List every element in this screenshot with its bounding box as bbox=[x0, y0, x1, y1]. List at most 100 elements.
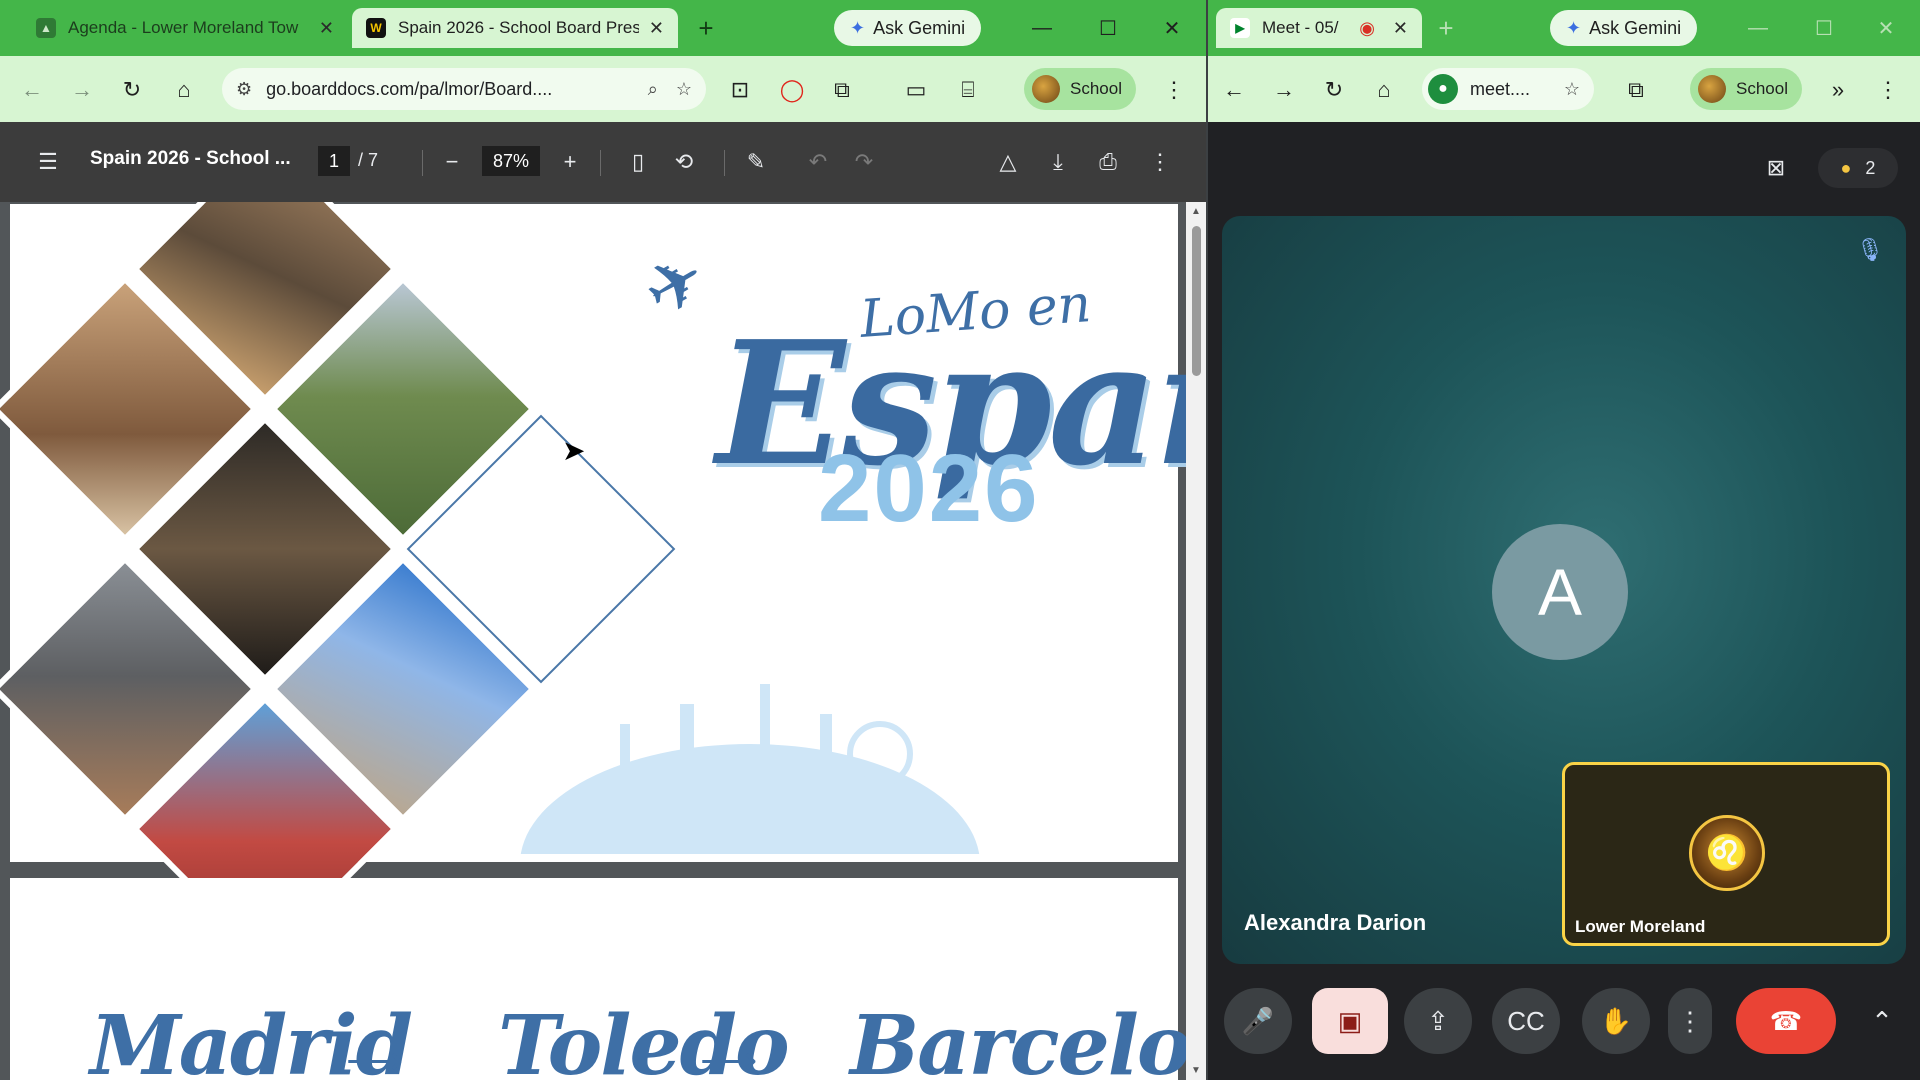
menu-kebab-icon[interactable]: ⋮ bbox=[1156, 72, 1192, 108]
screen-search-icon[interactable]: ⌸ bbox=[950, 72, 986, 108]
menu-kebab-icon[interactable]: ⋮ bbox=[1870, 72, 1906, 108]
tab-agenda[interactable]: ▲ Agenda - Lower Moreland Tow ✕ bbox=[22, 8, 348, 48]
camera-off-icon: ▣ bbox=[1337, 1005, 1363, 1036]
pdf-toolbar: ☰ Spain 2026 - School ... 1 / 7 − 87% + … bbox=[0, 122, 1206, 202]
rotate-icon[interactable]: ⟲ bbox=[666, 144, 702, 180]
tab-label: Agenda - Lower Moreland Tow bbox=[68, 18, 299, 37]
site-info-icon[interactable]: ⚙ bbox=[236, 79, 252, 100]
profile-button[interactable]: School bbox=[1690, 68, 1802, 110]
meet-stage: ⊠ ● 2 🎙 A Alexandra Darion ♌ Lower Morel… bbox=[1208, 122, 1920, 1080]
back-icon[interactable]: ← bbox=[14, 72, 50, 108]
camera-off-button[interactable]: ▣ bbox=[1312, 988, 1388, 1054]
close-window-button[interactable]: ✕ bbox=[1866, 12, 1906, 44]
close-tab-icon[interactable]: ✕ bbox=[319, 18, 334, 39]
zoom-level-input[interactable]: 87% bbox=[482, 146, 540, 176]
forward-icon[interactable]: → bbox=[64, 72, 100, 108]
profile-button[interactable]: School bbox=[1024, 68, 1136, 110]
hamburger-menu-icon[interactable]: ☰ bbox=[30, 144, 66, 180]
ask-gemini-button[interactable]: ✦ Ask Gemini bbox=[1550, 10, 1698, 46]
boarddocs-favicon-icon: ▲ bbox=[36, 18, 56, 38]
more-options-icon[interactable]: ⋮ bbox=[1142, 144, 1178, 180]
ask-gemini-label: Ask Gemini bbox=[873, 17, 966, 38]
scroll-up-icon[interactable]: ▲ bbox=[1191, 206, 1201, 217]
zoom-icon[interactable]: ⌕ bbox=[648, 79, 658, 100]
hang-up-icon: ☎ bbox=[1769, 1005, 1803, 1036]
address-bar[interactable]: ● meet.... ☆ bbox=[1422, 68, 1594, 110]
muted-mic-icon: 🎙 bbox=[1856, 237, 1884, 262]
zoom-in-icon[interactable]: + bbox=[552, 144, 588, 180]
opera-extension-icon[interactable]: ◯ bbox=[774, 72, 810, 108]
minimize-button[interactable]: — bbox=[1022, 12, 1062, 44]
reload-icon[interactable]: ↻ bbox=[114, 72, 150, 108]
chevron-up-icon: ⌃ bbox=[1871, 1005, 1893, 1036]
leave-call-button[interactable]: ☎ bbox=[1736, 988, 1836, 1054]
more-options-icon: ⋮ bbox=[1677, 1005, 1703, 1036]
microphone-button[interactable]: 🎤 bbox=[1224, 988, 1292, 1054]
download-icon[interactable]: ⤓ bbox=[1040, 144, 1076, 180]
page-number-input[interactable]: 1 bbox=[318, 146, 350, 176]
extensions-puzzle-icon[interactable]: ⧉ bbox=[1618, 72, 1654, 108]
pdf-document-area[interactable]: ✈ LoMo en España 2026 ➤ Madrid ⟶ Toledo … bbox=[0, 202, 1206, 1080]
self-view-tile[interactable]: ♌ Lower Moreland bbox=[1562, 762, 1890, 946]
profile-avatar bbox=[1032, 75, 1060, 103]
undo-icon[interactable]: ↶ bbox=[800, 144, 836, 180]
scroll-thumb[interactable] bbox=[1192, 226, 1201, 376]
ask-gemini-button[interactable]: ✦ Ask Gemini bbox=[834, 10, 982, 46]
route-city-3: Barcelona bbox=[850, 998, 1206, 1080]
forward-icon[interactable]: → bbox=[1266, 72, 1302, 108]
tab-strip: ▲ Agenda - Lower Moreland Tow ✕ W Spain … bbox=[0, 0, 1206, 56]
tab-strip: ▶ Meet - 05/ ◉ ✕ + ✦ Ask Gemini — ☐ ✕ bbox=[1208, 0, 1920, 56]
maximize-button[interactable]: ☐ bbox=[1804, 12, 1844, 44]
participants-button[interactable]: ● 2 bbox=[1818, 148, 1898, 188]
minimize-button[interactable]: — bbox=[1738, 12, 1778, 44]
raise-hand-button[interactable]: ✋ bbox=[1582, 988, 1650, 1054]
profile-label: School bbox=[1070, 79, 1122, 98]
close-tab-icon[interactable]: ✕ bbox=[649, 18, 664, 39]
bookmark-star-icon[interactable]: ☆ bbox=[1564, 79, 1580, 100]
tab-label: Meet - 05/ bbox=[1262, 18, 1339, 37]
zoom-out-icon[interactable]: − bbox=[434, 144, 470, 180]
expand-chevron-button[interactable]: ⌃ bbox=[1858, 988, 1906, 1054]
fit-page-icon[interactable]: ▯ bbox=[620, 144, 656, 180]
home-icon[interactable]: ⌂ bbox=[1366, 72, 1402, 108]
boarddocs-favicon-icon: W bbox=[366, 18, 386, 38]
tab-label: Spain 2026 - School Board Pres bbox=[398, 18, 639, 37]
more-tools-chevron-icon[interactable]: » bbox=[1820, 72, 1856, 108]
divider bbox=[600, 150, 601, 176]
redo-icon[interactable]: ↷ bbox=[846, 144, 882, 180]
annotate-pen-icon[interactable]: ✎ bbox=[738, 144, 774, 180]
gemini-icon: ✦ bbox=[850, 17, 866, 38]
participant-tile-main[interactable]: 🎙 A Alexandra Darion ♌ Lower Moreland bbox=[1222, 216, 1906, 964]
home-icon[interactable]: ⌂ bbox=[166, 72, 202, 108]
profile-label: School bbox=[1736, 79, 1788, 98]
drive-save-icon[interactable]: △ bbox=[990, 144, 1026, 180]
new-tab-button[interactable]: + bbox=[1430, 12, 1462, 44]
browser-toolbar: ← → ↻ ⌂ ● meet.... ☆ ⧉ School » ⋮ bbox=[1208, 56, 1920, 122]
lion-logo-avatar: ♌ bbox=[1689, 815, 1765, 891]
page-total: / 7 bbox=[358, 150, 379, 170]
pdf-scrollbar[interactable]: ▲ ▼ bbox=[1186, 202, 1206, 1080]
mouse-cursor-icon: ➤ bbox=[562, 435, 586, 466]
extension-lock-icon[interactable]: ⊡ bbox=[722, 72, 758, 108]
captions-off-icon[interactable]: ⊠ bbox=[1756, 148, 1796, 188]
present-screen-button[interactable]: ⇪ bbox=[1404, 988, 1472, 1054]
close-tab-icon[interactable]: ✕ bbox=[1393, 18, 1408, 39]
pdf-page-2: Madrid ⟶ Toledo ⟶ Barcelona bbox=[10, 878, 1206, 1080]
captions-button[interactable]: CC bbox=[1492, 988, 1560, 1054]
cast-icon[interactable]: ▭ bbox=[898, 72, 934, 108]
bookmark-star-icon[interactable]: ☆ bbox=[676, 79, 692, 100]
scroll-down-icon[interactable]: ▼ bbox=[1191, 1065, 1201, 1076]
tab-spain-presentation[interactable]: W Spain 2026 - School Board Pres ✕ bbox=[352, 8, 678, 48]
maximize-button[interactable]: ☐ bbox=[1088, 12, 1128, 44]
more-options-button[interactable]: ⋮ bbox=[1668, 988, 1712, 1054]
reload-icon[interactable]: ↻ bbox=[1316, 72, 1352, 108]
microphone-in-use-icon[interactable]: ● bbox=[1428, 74, 1458, 104]
print-icon[interactable]: ⎙ bbox=[1090, 144, 1126, 180]
extensions-puzzle-icon[interactable]: ⧉ bbox=[824, 72, 860, 108]
back-icon[interactable]: ← bbox=[1216, 72, 1252, 108]
new-tab-button[interactable]: + bbox=[690, 12, 722, 44]
route-arrow-icon: ⟶ bbox=[700, 1039, 758, 1080]
tab-meet[interactable]: ▶ Meet - 05/ ◉ ✕ bbox=[1216, 8, 1422, 48]
address-bar[interactable]: ⚙ go.boarddocs.com/pa/lmor/Board.... ⌕ ☆ bbox=[222, 68, 706, 110]
close-window-button[interactable]: ✕ bbox=[1152, 12, 1192, 44]
